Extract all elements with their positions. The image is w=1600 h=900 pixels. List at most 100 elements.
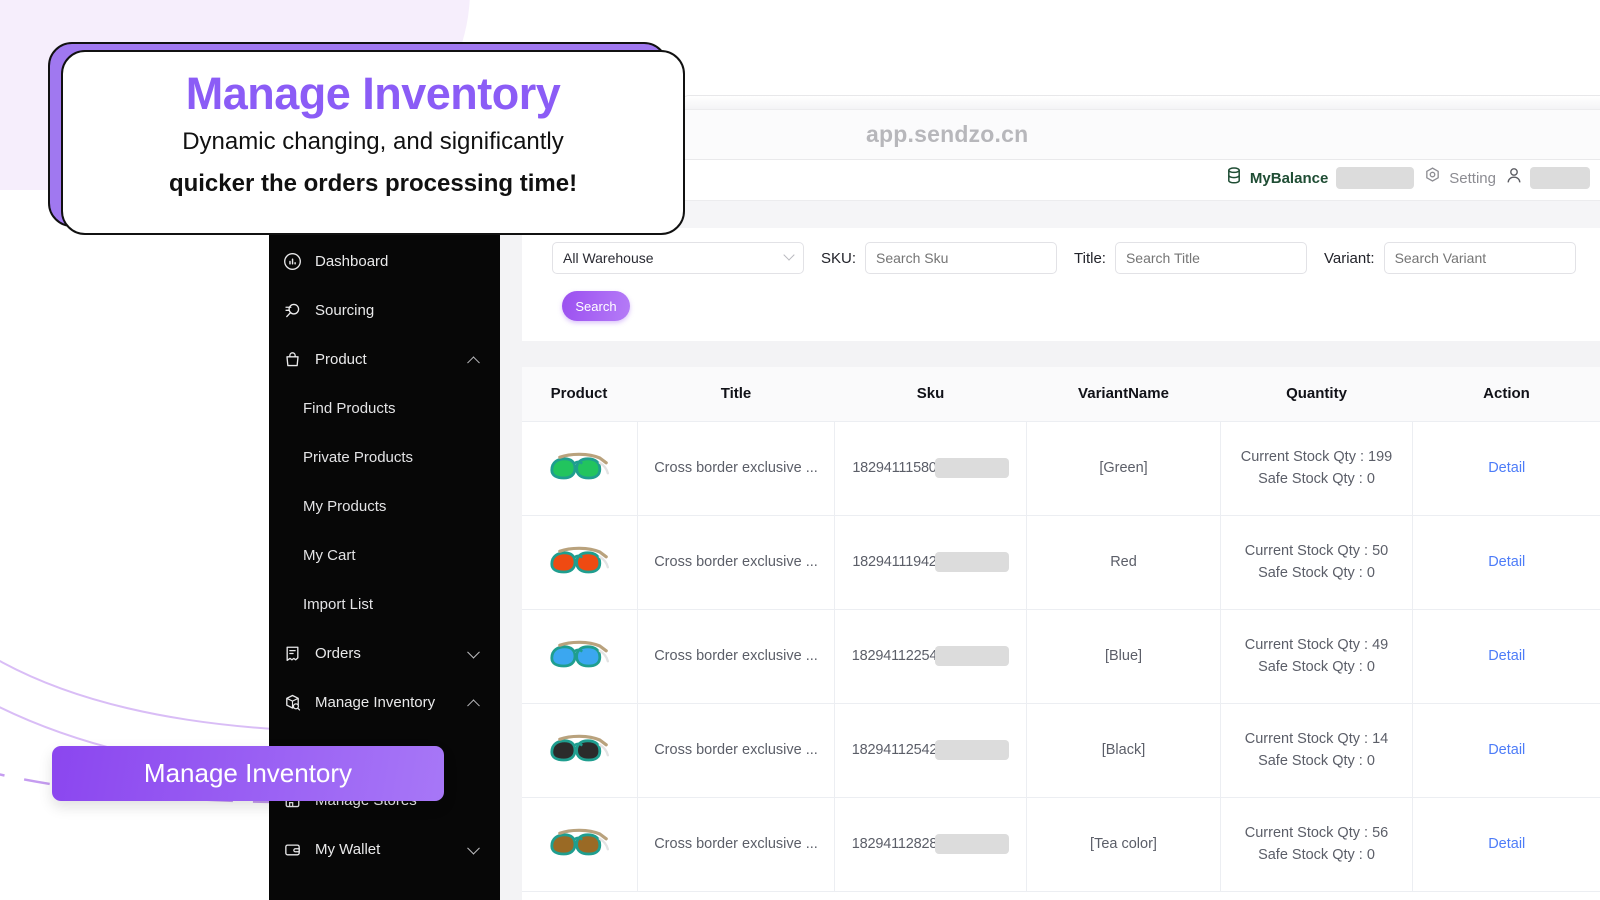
cell-variant: [Green] xyxy=(1026,421,1221,516)
cell-title: Cross border exclusive ... xyxy=(637,797,835,892)
user-value-redacted xyxy=(1530,167,1590,189)
cell-product xyxy=(520,703,638,798)
mybalance-group[interactable]: MyBalance xyxy=(1226,167,1415,189)
cell-product xyxy=(520,515,638,610)
cell-product xyxy=(520,609,638,704)
safe-stock-qty: Safe Stock Qty : 0 xyxy=(1258,565,1375,581)
column-header-sku: Sku xyxy=(834,367,1027,422)
callout-body: Manage Inventory Dynamic changing, and s… xyxy=(61,50,685,235)
detail-link[interactable]: Detail xyxy=(1488,648,1525,664)
cell-sku: 18294112542 xyxy=(834,703,1027,798)
sidebar-item-import-list[interactable]: Import List xyxy=(269,580,500,629)
safe-stock-qty: Safe Stock Qty : 0 xyxy=(1258,659,1375,675)
sidebar-gutter xyxy=(500,228,522,900)
sidebar-item-dashboard[interactable]: Dashboard xyxy=(269,237,500,286)
setting-group[interactable]: Setting xyxy=(1424,167,1496,189)
safe-stock-qty: Safe Stock Qty : 0 xyxy=(1258,471,1375,487)
user-group[interactable] xyxy=(1506,167,1590,189)
cell-action: Detail xyxy=(1412,703,1600,798)
warehouse-select[interactable]: All Warehouse xyxy=(552,242,804,274)
sidebar-item-private-products[interactable]: Private Products xyxy=(269,433,500,482)
mybalance-label: MyBalance xyxy=(1249,169,1329,187)
table-header-row: Product Title Sku VariantName Quantity A… xyxy=(520,367,1600,422)
main-content: All Warehouse SKU: Title: Variant: Searc… xyxy=(520,228,1600,900)
cell-quantity: Current Stock Qty : 199 Safe Stock Qty : … xyxy=(1220,421,1413,516)
title-input[interactable] xyxy=(1114,242,1307,274)
cell-quantity: Current Stock Qty : 49 Safe Stock Qty : 0 xyxy=(1220,609,1413,704)
setting-label: Setting xyxy=(1449,169,1496,187)
detail-link[interactable]: Detail xyxy=(1488,554,1525,570)
callout-title: Manage Inventory xyxy=(185,68,561,119)
sidebar-item-my-wallet[interactable]: My Wallet xyxy=(269,825,500,874)
table-header: Product Title Sku VariantName Quantity A… xyxy=(520,367,1600,422)
table-body: Cross border exclusive ... 18294111580 [Gr… xyxy=(520,421,1600,892)
column-header-variant: VariantName xyxy=(1026,367,1221,422)
cell-sku: 18294111942 xyxy=(834,515,1027,610)
search-button[interactable]: Search xyxy=(562,291,630,321)
sku-value: 18294111942 xyxy=(852,554,937,570)
column-header-title: Title xyxy=(637,367,835,422)
sidebar-item-label: Sourcing xyxy=(315,302,375,319)
current-stock-qty: Current Stock Qty : 49 xyxy=(1244,636,1389,653)
cell-variant: Red xyxy=(1026,515,1221,610)
callout-subtitle-line1: Dynamic changing, and significantly xyxy=(182,127,564,155)
product-thumbnail-icon xyxy=(547,546,611,586)
table-separator xyxy=(520,341,1600,367)
detail-link[interactable]: Detail xyxy=(1488,742,1525,758)
cell-variant: [Black] xyxy=(1026,703,1221,798)
callout-subtitle-line2: quicker the orders processing time! xyxy=(168,169,578,197)
manage-inventory-badge-label: Manage Inventory xyxy=(143,758,353,788)
gear-icon xyxy=(1424,167,1441,189)
sku-value: 18294111580 xyxy=(852,460,937,476)
sku-redacted xyxy=(935,834,1010,854)
sidebar-item-find-products[interactable]: Find Products xyxy=(269,384,500,433)
browser-address-bar[interactable]: app.sendzo.cn xyxy=(676,110,1600,160)
cell-quantity: Current Stock Qty : 56 Safe Stock Qty : 0 xyxy=(1220,797,1413,892)
sku-redacted xyxy=(935,646,1010,666)
balance-value-redacted xyxy=(1336,167,1415,189)
cell-title: Cross border exclusive ... xyxy=(637,421,835,516)
sku-redacted xyxy=(934,552,1009,572)
cell-title: Cross border exclusive ... xyxy=(637,703,835,798)
callout-card: Manage Inventory Dynamic changing, and s… xyxy=(48,42,685,236)
sidebar-item-label: Dashboard xyxy=(315,253,389,270)
sidebar-item-orders[interactable]: Orders xyxy=(269,629,500,678)
browser-chrome-top xyxy=(676,96,1600,110)
cell-variant: [Tea color] xyxy=(1026,797,1221,892)
detail-link[interactable]: Detail xyxy=(1488,460,1525,476)
cell-sku: 18294111580 xyxy=(834,421,1027,516)
variant-input[interactable] xyxy=(1383,242,1576,274)
detail-link[interactable]: Detail xyxy=(1488,836,1525,852)
sidebar-item-sourcing[interactable]: Sourcing xyxy=(269,286,500,335)
cell-action: Detail xyxy=(1412,609,1600,704)
box-search-icon xyxy=(283,693,315,712)
cell-quantity: Current Stock Qty : 50 Safe Stock Qty : 0 xyxy=(1220,515,1413,610)
sidebar-item-my-cart[interactable]: My Cart xyxy=(269,531,500,580)
sidebar-item-my-products[interactable]: My Products xyxy=(269,482,500,531)
sku-value: 18294112542 xyxy=(851,742,938,758)
url-text: app.sendzo.cn xyxy=(866,121,1029,147)
product-thumbnail-icon xyxy=(547,452,611,492)
table-row: Cross border exclusive ... 18294112254 [Bl… xyxy=(520,609,1600,704)
cell-action: Detail xyxy=(1412,515,1600,610)
cell-action: Detail xyxy=(1412,797,1600,892)
cell-title: Cross border exclusive ... xyxy=(637,609,835,704)
cell-product xyxy=(520,797,638,892)
database-icon xyxy=(1226,167,1242,189)
wallet-icon xyxy=(283,840,315,859)
sidebar-subitem-label: Import List xyxy=(303,596,374,613)
table-row: Cross border exclusive ... 18294112542 [Bl… xyxy=(520,703,1600,798)
bag-icon xyxy=(283,350,315,369)
sidebar-subitem-label: Private Products xyxy=(303,449,414,466)
sku-input[interactable] xyxy=(865,242,1058,274)
sidebar-item-manage-inventory[interactable]: Manage Inventory xyxy=(269,678,500,727)
sku-redacted xyxy=(934,458,1009,478)
sku-value: 18294112828 xyxy=(851,836,938,852)
manage-inventory-badge: Manage Inventory xyxy=(52,746,444,801)
search-row: Search xyxy=(520,274,1600,321)
sidebar-item-product[interactable]: Product xyxy=(269,335,500,384)
cell-action: Detail xyxy=(1412,421,1600,516)
product-thumbnail-icon xyxy=(547,828,611,868)
current-stock-qty: Current Stock Qty : 199 xyxy=(1240,448,1393,465)
sidebar-subitem-label: My Products xyxy=(303,498,387,515)
